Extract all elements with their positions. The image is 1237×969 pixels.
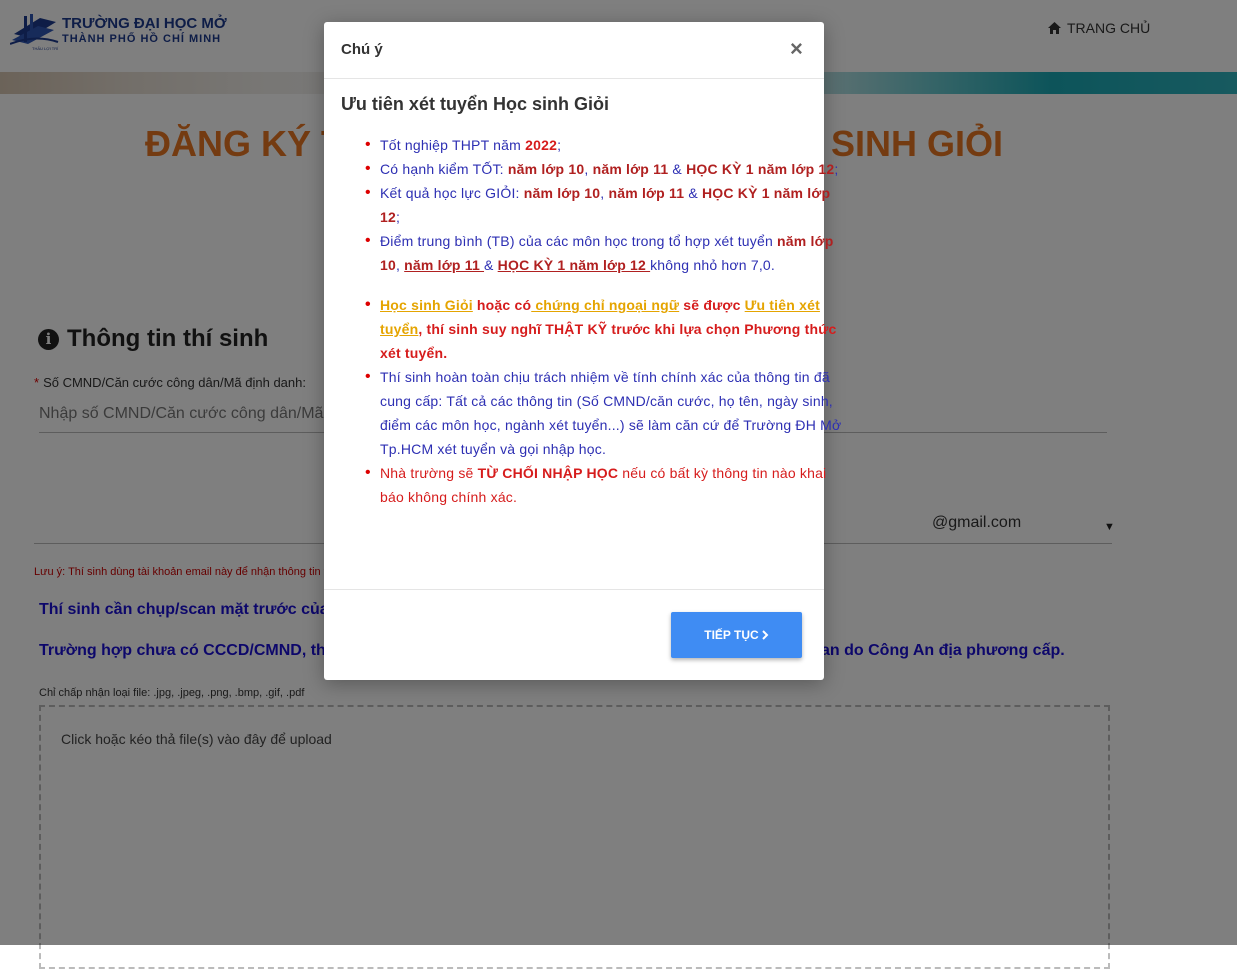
link-hoc-sinh-gioi[interactable]: Học sinh Giỏi <box>380 297 473 313</box>
continue-button[interactable]: TIẾP TỤC <box>671 612 802 658</box>
close-icon[interactable]: × <box>790 37 803 61</box>
list-item: Nhà trường sẽ TỪ CHỐI NHẬP HỌC nếu có bấ… <box>365 461 850 509</box>
notice-modal: Chú ý × Ưu tiên xét tuyển Học sinh Giỏi … <box>324 22 841 680</box>
list-item: Có hạnh kiểm TỐT: năm lớp 10, năm lớp 11… <box>365 157 850 181</box>
list-item: Tốt nghiệp THPT năm 2022; <box>365 133 850 157</box>
list-item: Kết quả học lực GIỎI: năm lớp 10, năm lớ… <box>365 181 850 229</box>
continue-label: TIẾP TỤC <box>704 628 759 642</box>
modal-title: Chú ý <box>341 41 383 58</box>
modal-footer-divider <box>324 589 824 590</box>
modal-header: Chú ý × <box>324 22 824 79</box>
modal-heading: Ưu tiên xét tuyển Học sinh Giỏi <box>341 94 609 114</box>
list-item: Điểm trung bình (TB) của các môn học tro… <box>365 229 850 277</box>
chevron-right-icon <box>762 630 769 640</box>
list-item: Học sinh Giỏi hoặc có chứng chỉ ngoại ng… <box>365 293 850 365</box>
requirements-list: Tốt nghiệp THPT năm 2022; Có hạnh kiểm T… <box>341 133 850 509</box>
list-item: Thí sinh hoàn toàn chịu trách nhiệm về t… <box>365 365 850 461</box>
link-chung-chi[interactable]: chứng chỉ ngoại ngữ <box>531 297 679 313</box>
